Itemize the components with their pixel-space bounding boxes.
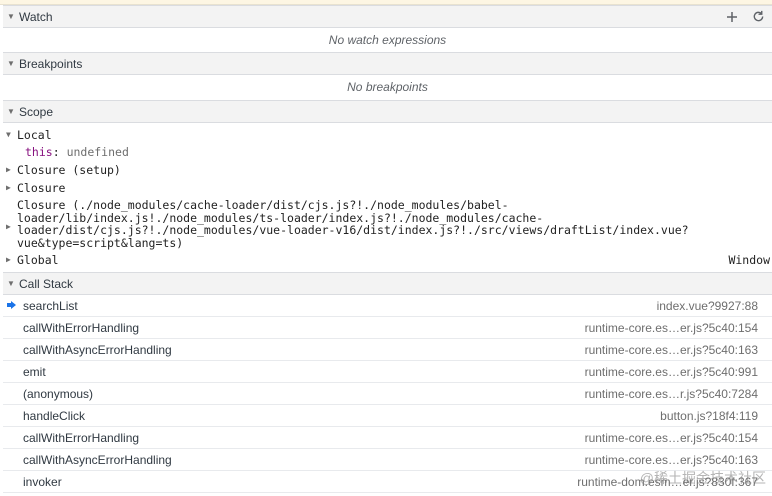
scope-closure-module-line: vue&type=script&lang=ts)	[17, 235, 184, 250]
breakpoints-title: Breakpoints	[19, 56, 83, 71]
property-separator: :	[52, 145, 67, 159]
property-name: this	[25, 145, 53, 159]
call-frame-location[interactable]: runtime-core.es…er.js?5c40:163	[585, 453, 758, 467]
scope-closure-module-line: loader/dist/cjs.js?!./node_modules/vue-l…	[17, 223, 689, 238]
scope-closure-module[interactable]: ▶ Closure (./node_modules/cache-loader/d…	[3, 197, 772, 251]
call-frame[interactable]: callWithAsyncErrorHandling runtime-core.…	[3, 339, 772, 361]
scope-closure-module-line: Closure (./node_modules/cache-loader/dis…	[17, 198, 509, 212]
watch-empty-message: No watch expressions	[328, 33, 447, 47]
call-frame-location[interactable]: runtime-core.es…er.js?5c40:154	[585, 431, 758, 445]
call-frame-name: invoker	[23, 474, 62, 489]
collapsed-arrow-icon: ▶	[6, 255, 11, 265]
call-frame-location[interactable]: runtime-core.es…er.js?5c40:154	[585, 321, 758, 335]
refresh-icon[interactable]	[750, 9, 766, 25]
collapsed-arrow-icon: ▶	[6, 222, 11, 231]
call-stack-header[interactable]: ▼ Call Stack	[3, 272, 772, 295]
call-frame[interactable]: callWithErrorHandling runtime-core.es…er…	[3, 427, 772, 449]
current-frame-arrow-icon	[7, 301, 16, 309]
call-frame-name: (anonymous)	[23, 386, 94, 401]
call-frame[interactable]: handleClick button.js?18f4:119	[3, 405, 772, 427]
call-frame-name: searchList	[23, 298, 78, 313]
breakpoints-header[interactable]: ▼ Breakpoints	[3, 52, 772, 75]
property-value: undefined	[66, 145, 129, 159]
call-frame[interactable]: callWithErrorHandling runtime-core.es…er…	[3, 317, 772, 339]
watch-pane: ▼ Watch No watch expressions	[3, 5, 772, 52]
call-frame-location[interactable]: runtime-core.es…er.js?5c40:991	[585, 365, 758, 379]
breakpoints-empty-message: No breakpoints	[347, 80, 428, 94]
scope-closure-label: Closure	[17, 181, 66, 195]
scope-property-this[interactable]: this: undefined	[3, 144, 772, 161]
scope-closure[interactable]: ▶ Closure	[3, 179, 772, 197]
watermark: @稀土掘金技术社区	[639, 470, 766, 486]
add-watch-icon[interactable]	[724, 9, 740, 25]
call-frame-name: callWithAsyncErrorHandling	[23, 452, 172, 467]
call-frame-location[interactable]: index.vue?9927:88	[657, 299, 758, 313]
call-frame-name: callWithErrorHandling	[23, 320, 140, 335]
scope-global[interactable]: ▶ Global Window	[3, 251, 772, 269]
call-frame-name: callWithErrorHandling	[23, 430, 140, 445]
scope-local[interactable]: ▼ Local	[3, 126, 772, 144]
call-stack-pane: ▼ Call Stack searchList index.vue?9927:8…	[3, 272, 772, 493]
collapse-triangle-icon: ▼	[7, 107, 15, 116]
call-frame-name: handleClick	[23, 408, 86, 423]
call-frame-location[interactable]: button.js?18f4:119	[660, 409, 758, 423]
call-frame-location[interactable]: runtime-core.es…er.js?5c40:163	[585, 343, 758, 357]
scope-closure-setup-label: Closure (setup)	[17, 163, 121, 177]
scope-closure-setup[interactable]: ▶ Closure (setup)	[3, 161, 772, 179]
call-frame[interactable]: (anonymous) runtime-core.es…r.js?5c40:72…	[3, 383, 772, 405]
breakpoints-pane: ▼ Breakpoints No breakpoints	[3, 52, 772, 99]
call-frame[interactable]: emit runtime-core.es…er.js?5c40:991	[3, 361, 772, 383]
scope-tree: ▼ Local this: undefined ▶ Closure (setup…	[3, 123, 772, 269]
scope-local-label: Local	[17, 128, 52, 142]
call-stack-list: searchList index.vue?9927:88 callWithErr…	[3, 295, 772, 493]
collapse-triangle-icon: ▼	[7, 59, 15, 68]
scope-global-value: Window	[728, 253, 770, 268]
call-frame-name: emit	[23, 364, 46, 379]
call-frame[interactable]: searchList index.vue?9927:88	[3, 295, 772, 317]
call-frame-name: callWithAsyncErrorHandling	[23, 342, 172, 357]
scope-header[interactable]: ▼ Scope	[3, 100, 772, 123]
scope-global-label: Global	[17, 253, 59, 268]
call-stack-title: Call Stack	[19, 276, 74, 291]
scope-pane: ▼ Scope ▼ Local this: undefined ▶ Closur…	[3, 100, 772, 269]
collapsed-arrow-icon: ▶	[6, 183, 11, 192]
watch-title: Watch	[19, 9, 53, 24]
scope-title: Scope	[19, 104, 54, 119]
call-frame-location[interactable]: runtime-core.es…r.js?5c40:7284	[585, 387, 758, 401]
expanded-arrow-icon: ▼	[6, 130, 11, 139]
collapse-triangle-icon: ▼	[7, 12, 15, 21]
watch-header[interactable]: ▼ Watch	[3, 5, 772, 28]
collapse-triangle-icon: ▼	[7, 279, 15, 288]
collapsed-arrow-icon: ▶	[6, 165, 11, 174]
